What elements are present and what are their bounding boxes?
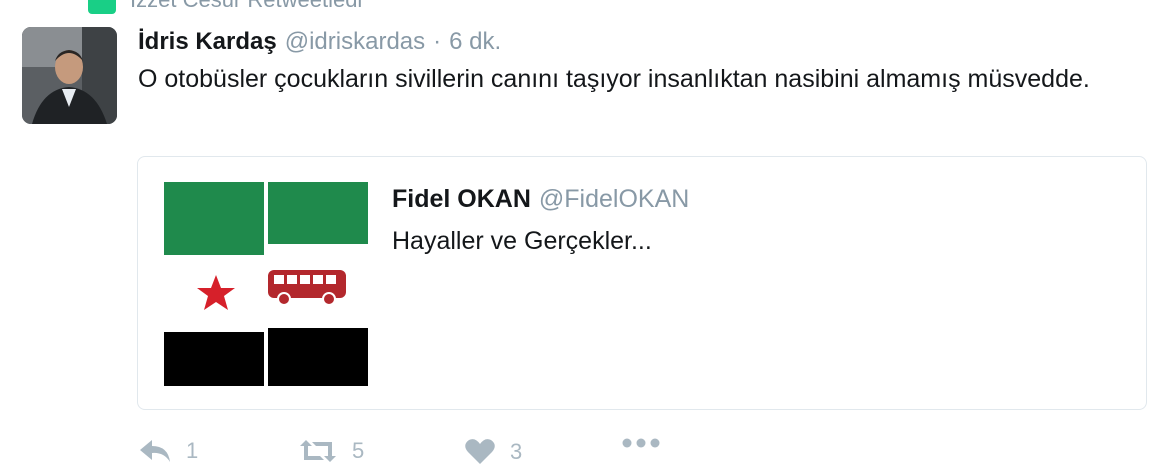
avatar[interactable] [22, 27, 117, 124]
retweet-button[interactable]: 5 [298, 438, 364, 464]
flag-green-right [268, 182, 368, 244]
retweet-icon [88, 0, 116, 14]
tweet-text: O otobüsler çocukların sivillerin canını… [138, 65, 1090, 93]
tweet-actions: 1 5 3 [138, 432, 698, 472]
reply-count: 1 [186, 438, 199, 463]
retweet-context: İzzet Cesur Retweetledi [88, 0, 362, 14]
separator: · [433, 28, 442, 55]
like-icon [465, 439, 495, 464]
like-count: 3 [510, 439, 523, 464]
author-handle[interactable]: @idriskardas [285, 28, 425, 56]
flag-green-left [164, 182, 264, 255]
author-name[interactable]: İdris Kardaş [138, 28, 277, 56]
tweet-timestamp[interactable]: 6 dk. [449, 28, 501, 56]
quoted-tweet-image[interactable] [164, 182, 368, 386]
flag-black-left [164, 332, 264, 386]
retweet-count: 5 [352, 438, 365, 463]
quoted-tweet-header: Fidel OKAN @FidelOKAN [392, 185, 689, 219]
flag-black-right [268, 328, 368, 386]
reply-button[interactable]: 1 [138, 438, 198, 464]
retweet-context-label[interactable]: İzzet Cesur Retweetledi [130, 0, 362, 13]
quoted-tweet-text: Hayaller ve Gerçekler... [392, 227, 652, 255]
quoted-author-handle[interactable]: @FidelOKAN [539, 185, 689, 214]
tweet-header: İdris Kardaş @idriskardas · 6 dk. [138, 28, 501, 58]
reply-icon [140, 440, 170, 462]
quoted-tweet-card[interactable]: Fidel OKAN @FidelOKAN Hayaller ve Gerçek… [137, 156, 1147, 410]
like-button[interactable]: 3 [464, 438, 522, 466]
more-button[interactable] [622, 438, 660, 448]
retweet-icon [300, 440, 336, 462]
more-icon [622, 438, 660, 448]
quoted-author-name[interactable]: Fidel OKAN [392, 185, 531, 214]
